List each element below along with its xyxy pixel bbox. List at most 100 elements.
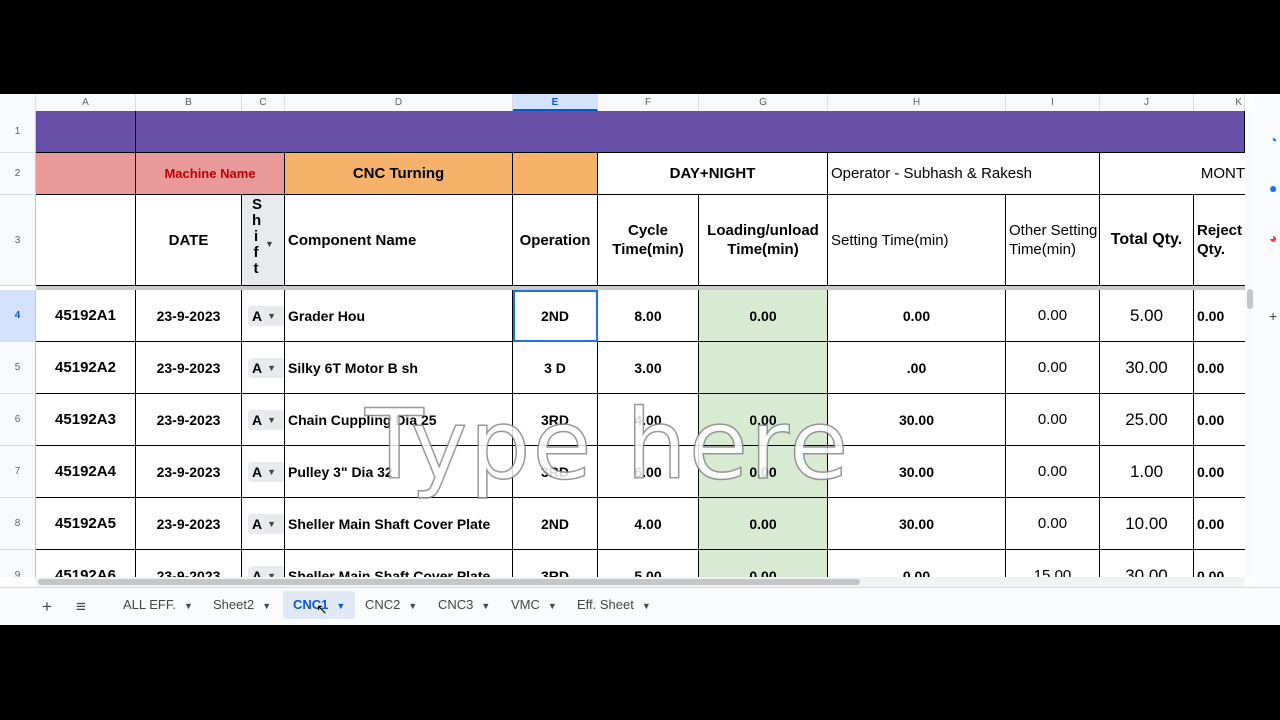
caret-down-icon[interactable]: ▼ <box>184 601 193 611</box>
date-header[interactable]: DATE <box>136 195 242 286</box>
row-header-1[interactable]: 1 <box>0 111 36 153</box>
column-header-j[interactable]: J <box>1100 94 1194 111</box>
loading-time-header[interactable]: Loading/unload Time(min) <box>699 195 828 286</box>
reject-qty-cell[interactable]: 0.00 <box>1194 550 1245 578</box>
caret-down-icon[interactable]: ▼ <box>262 601 271 611</box>
component-cell[interactable]: Chain Cuppling Dia 25 <box>285 394 513 446</box>
date-cell[interactable]: 23-9-2023 <box>136 498 242 550</box>
caret-down-icon[interactable]: ▼ <box>548 601 557 611</box>
column-header-a[interactable]: A <box>36 94 136 111</box>
banner-cell-a1[interactable] <box>36 111 136 153</box>
caret-down-icon[interactable]: ▼ <box>642 601 651 611</box>
contacts-icon[interactable]: ● <box>1269 180 1277 196</box>
loading-time-cell[interactable]: 0.00 <box>699 550 828 577</box>
cell-a2[interactable] <box>36 153 136 195</box>
operation-cell[interactable]: 3 D <box>513 342 598 394</box>
operation-cell[interactable]: 2ND <box>513 290 598 342</box>
date-cell[interactable]: 23-9-2023 <box>136 550 242 577</box>
loading-time-cell[interactable]: 0.00 <box>699 446 828 498</box>
component-cell[interactable]: Sheller Main Shaft Cover Plate <box>285 498 513 550</box>
loading-time-cell[interactable]: 0.00 <box>699 290 828 342</box>
select-all-corner[interactable] <box>0 94 36 111</box>
reject-qty-cell[interactable]: 0.00 <box>1194 290 1245 342</box>
caret-down-icon[interactable]: ▼ <box>408 601 417 611</box>
chevron-down-icon[interactable]: ▼ <box>267 519 276 529</box>
reject-qty-header[interactable]: Reject Qty. <box>1194 195 1245 286</box>
shift-header[interactable]: S h i f t ▼ <box>242 195 285 286</box>
component-cell[interactable]: Sheller Main Shaft Cover Plate <box>285 550 513 577</box>
cycle-time-cell[interactable]: 6.00 <box>598 446 699 498</box>
setting-time-cell[interactable]: .00 <box>828 342 1006 394</box>
other-setting-cell[interactable]: 0.00 <box>1006 446 1100 498</box>
maps-icon[interactable]: ◕ <box>1269 230 1277 246</box>
sheet-tab[interactable]: Eff. Sheet ▼ <box>567 591 661 619</box>
other-setting-cell[interactable]: 0.00 <box>1006 394 1100 446</box>
setting-time-cell[interactable]: 30.00 <box>828 498 1006 550</box>
component-cell[interactable]: Pulley 3" Dia 32 <box>285 446 513 498</box>
total-qty-cell[interactable]: 30.00 <box>1100 550 1194 577</box>
sheet-tab[interactable]: Sheet2 ▼ <box>203 591 281 619</box>
item-code[interactable]: 45192A1 <box>36 290 136 342</box>
other-setting-time-header[interactable]: Other Setting Time(min) <box>1006 195 1100 286</box>
setting-time-cell[interactable]: 0.00 <box>828 290 1006 342</box>
setting-time-header[interactable]: Setting Time(min) <box>828 195 1006 286</box>
row-header-3[interactable]: 3 <box>0 195 36 286</box>
item-code[interactable]: 45192A5 <box>36 498 136 550</box>
total-qty-cell[interactable]: 25.00 <box>1100 394 1194 446</box>
shift-cell[interactable]: A ▼ <box>242 394 285 446</box>
item-code[interactable]: 45192A4 <box>36 446 136 498</box>
shift-cell[interactable]: A ▼ <box>242 290 285 342</box>
shift-cell[interactable]: A ▼ <box>242 446 285 498</box>
total-qty-cell[interactable]: 5.00 <box>1100 290 1194 342</box>
row-header-9[interactable]: 9 <box>0 550 36 577</box>
other-setting-cell[interactable]: 0.00 <box>1006 498 1100 550</box>
column-header-k[interactable]: K <box>1194 94 1245 111</box>
other-setting-cell[interactable]: 0.00 <box>1006 290 1100 342</box>
column-header-d[interactable]: D <box>285 94 513 111</box>
item-code[interactable]: 45192A3 <box>36 394 136 446</box>
row-header-4[interactable]: 4 <box>0 290 36 342</box>
sheet-tab[interactable]: ALL EFF. ▼ <box>113 591 203 619</box>
cell-e2[interactable] <box>513 153 598 195</box>
shift-cell[interactable]: A ▼ <box>242 550 285 577</box>
setting-time-cell[interactable]: 30.00 <box>828 394 1006 446</box>
total-qty-cell[interactable]: 30.00 <box>1100 342 1194 394</box>
setting-time-cell[interactable]: 0.00 <box>828 550 1006 577</box>
shift-mode[interactable]: DAY+NIGHT <box>598 153 828 195</box>
operation-cell[interactable]: 3RD <box>513 550 598 577</box>
other-setting-cell[interactable]: 15.00 <box>1006 550 1100 577</box>
sheet-tab[interactable]: CNC3 ▼ <box>428 591 500 619</box>
column-header-e[interactable]: E <box>513 94 598 111</box>
loading-time-cell[interactable] <box>699 342 828 394</box>
loading-time-cell[interactable]: 0.00 <box>699 394 828 446</box>
total-qty-cell[interactable]: 10.00 <box>1100 498 1194 550</box>
shift-cell[interactable]: A ▼ <box>242 498 285 550</box>
column-header-c[interactable]: C <box>242 94 285 111</box>
cycle-time-cell[interactable]: 4.00 <box>598 498 699 550</box>
total-qty-cell[interactable]: 1.00 <box>1100 446 1194 498</box>
cycle-time-cell[interactable]: 3.00 <box>598 342 699 394</box>
vertical-scroll-thumb[interactable] <box>1247 289 1253 309</box>
row-header-6[interactable]: 6 <box>0 394 36 446</box>
menu-icon[interactable]: ≡ <box>76 588 86 625</box>
column-header-i[interactable]: I <box>1006 94 1100 111</box>
chevron-down-icon[interactable]: ▼ <box>265 235 274 254</box>
plus-icon[interactable]: + <box>42 588 52 625</box>
sheet-tab[interactable]: CNC2 ▼ <box>355 591 427 619</box>
operation-cell[interactable]: 3RD <box>513 394 598 446</box>
date-cell[interactable]: 23-9-2023 <box>136 446 242 498</box>
cycle-time-cell[interactable]: 4.00 <box>598 394 699 446</box>
chevron-down-icon[interactable]: ▼ <box>267 467 276 477</box>
cycle-time-cell[interactable]: 8.00 <box>598 290 699 342</box>
date-cell[interactable]: 23-9-2023 <box>136 342 242 394</box>
calendar-icon[interactable]: ◔ <box>1269 132 1277 148</box>
date-cell[interactable]: 23-9-2023 <box>136 290 242 342</box>
reject-qty-cell[interactable]: 0.00 <box>1194 342 1245 394</box>
date-cell[interactable]: 23-9-2023 <box>136 394 242 446</box>
horizontal-scrollbar[interactable] <box>36 577 1245 587</box>
chevron-down-icon[interactable]: ▼ <box>267 415 276 425</box>
setting-time-cell[interactable]: 30.00 <box>828 446 1006 498</box>
reject-qty-cell[interactable]: 0.00 <box>1194 394 1245 446</box>
column-header-b[interactable]: B <box>136 94 242 111</box>
column-header-g[interactable]: G <box>699 94 828 111</box>
